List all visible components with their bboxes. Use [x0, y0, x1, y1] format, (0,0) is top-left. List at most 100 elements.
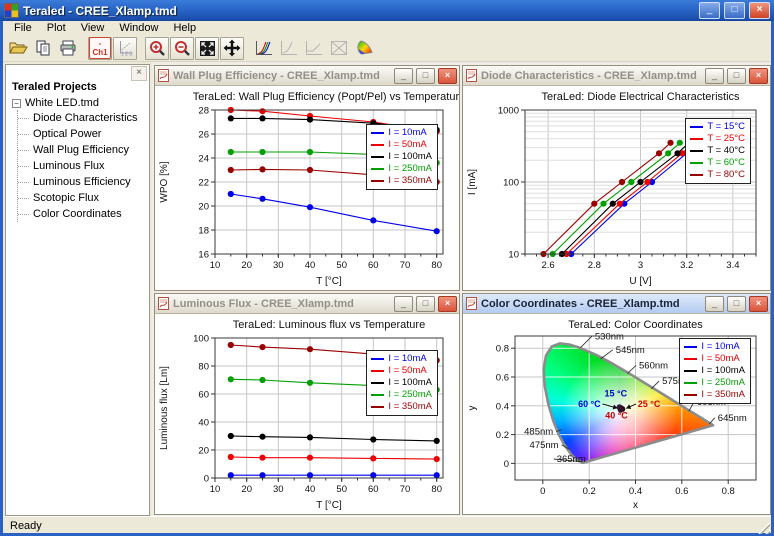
restore-button[interactable]: □	[724, 2, 745, 19]
svg-text:40 °C: 40 °C	[605, 411, 628, 421]
svg-text:3.2: 3.2	[680, 260, 693, 271]
application-window: Teraled - CREE_Xlamp.tmd _ □ × File Plot…	[0, 0, 774, 536]
child-maximize-button[interactable]: □	[727, 296, 746, 312]
cie-diagram-button[interactable]	[352, 37, 376, 60]
child-title-bar[interactable]: Luminous Flux - CREE_Xlamp.tmd _ □ ×	[155, 294, 459, 314]
svg-text:24: 24	[198, 154, 209, 165]
svg-text:10: 10	[210, 260, 221, 271]
svg-text:60: 60	[368, 484, 379, 495]
child-window-title: Wall Plug Efficiency - CREE_Xlamp.tmd	[173, 70, 391, 82]
child-maximize-button[interactable]: □	[416, 296, 435, 312]
svg-text:645nm: 645nm	[718, 413, 747, 424]
window-diode-characteristics: Diode Characteristics - CREE_Xlamp.tmd _…	[462, 65, 771, 291]
tree-item-wall-plug-efficiency[interactable]: Wall Plug Efficiency	[18, 142, 149, 158]
svg-text:TeraLed: Luminous flux vs Temp: TeraLed: Luminous flux vs Temperature	[233, 319, 425, 331]
resize-grip[interactable]	[757, 521, 770, 534]
svg-text:28: 28	[198, 106, 209, 117]
svg-text:70: 70	[400, 484, 411, 495]
plot-characteristics-button[interactable]	[252, 37, 276, 60]
fit-view-button[interactable]	[195, 37, 219, 60]
tree-item-color-coordinates[interactable]: Color Coordinates	[18, 206, 149, 222]
title-bar[interactable]: Teraled - CREE_Xlamp.tmd _ □ ×	[0, 0, 774, 21]
project-panel: × Teraled Projects − White LED.tmd Diode…	[5, 64, 150, 516]
panel-close-icon[interactable]: ×	[131, 66, 147, 81]
luminous-flux-chart[interactable]: 1020304050607080020406080100TeraLed: Lum…	[155, 314, 459, 514]
collapse-icon[interactable]: −	[12, 99, 21, 108]
child-close-button[interactable]: ×	[438, 296, 457, 312]
child-close-button[interactable]: ×	[438, 68, 457, 84]
child-close-button[interactable]: ×	[749, 296, 768, 312]
child-minimize-button[interactable]: _	[394, 68, 413, 84]
menu-file[interactable]: File	[7, 22, 39, 34]
minimize-button[interactable]: _	[699, 2, 720, 19]
child-window-title: Luminous Flux - CREE_Xlamp.tmd	[173, 298, 391, 310]
child-title-bar[interactable]: Wall Plug Efficiency - CREE_Xlamp.tmd _ …	[155, 66, 459, 86]
menu-bar: File Plot View Window Help	[3, 21, 771, 35]
svg-text:10: 10	[508, 250, 519, 261]
copy-button[interactable]	[31, 37, 55, 60]
svg-text:70: 70	[400, 260, 411, 271]
chart-legend: T = 15°CT = 25°CT = 40°CT = 60°CT = 80°C	[685, 118, 751, 184]
svg-text:545nm: 545nm	[616, 345, 645, 356]
svg-text:100: 100	[503, 178, 519, 189]
tree-item-scotopic-flux[interactable]: Scotopic Flux	[18, 190, 149, 206]
menu-plot[interactable]: Plot	[40, 22, 73, 34]
zoom-out-button[interactable]	[170, 37, 194, 60]
plot-disabled-button[interactable]	[327, 37, 351, 60]
status-text: Ready	[10, 520, 42, 532]
child-window-title: Diode Characteristics - CREE_Xlamp.tmd	[481, 70, 702, 82]
svg-text:2.8: 2.8	[588, 260, 601, 271]
svg-text:22: 22	[198, 178, 209, 189]
plot-efficiency-button[interactable]	[302, 37, 326, 60]
zoom-in-button[interactable]	[145, 37, 169, 60]
svg-text:1000: 1000	[498, 106, 519, 117]
svg-text:Luminous flux [Lm]: Luminous flux [Lm]	[159, 366, 170, 450]
tree-item-diode-characteristics[interactable]: Diode Characteristics	[18, 110, 149, 126]
close-button[interactable]: ×	[749, 2, 770, 19]
svg-text:18: 18	[198, 226, 209, 237]
mdi-area: Wall Plug Efficiency - CREE_Xlamp.tmd _ …	[152, 62, 771, 516]
tree-item-luminous-flux[interactable]: Luminous Flux	[18, 158, 149, 174]
menu-window[interactable]: Window	[112, 22, 165, 34]
tree-item-optical-power[interactable]: Optical Power	[18, 126, 149, 142]
panel-title: Teraled Projects	[6, 65, 149, 97]
document-icon	[157, 297, 170, 310]
svg-text:40: 40	[305, 484, 316, 495]
child-minimize-button[interactable]: _	[394, 296, 413, 312]
pan-button[interactable]	[220, 37, 244, 60]
svg-text:50: 50	[336, 260, 347, 271]
svg-text:530nm: 530nm	[595, 331, 624, 342]
plot-luminous-button[interactable]	[277, 37, 301, 60]
diode-characteristics-chart[interactable]: 2.62.833.23.4101001000TeraLed: Diode Ele…	[463, 86, 770, 290]
wall-plug-efficiency-chart[interactable]: 102030405060708016182022242628TeraLed: W…	[155, 86, 459, 290]
svg-text:560nm: 560nm	[639, 360, 668, 371]
child-title-bar[interactable]: Diode Characteristics - CREE_Xlamp.tmd _…	[463, 66, 770, 86]
svg-text:475nm: 475nm	[530, 440, 559, 451]
chart-legend: I = 10mAI = 50mAI = 100mAI = 250mAI = 35…	[366, 124, 438, 190]
svg-text:20: 20	[198, 446, 209, 457]
tree-item-luminous-efficiency[interactable]: Luminous Efficiency	[18, 174, 149, 190]
channel-ch1-button[interactable]: -Ch1	[88, 37, 112, 60]
project-tree: − White LED.tmd Diode Characteristics Op…	[6, 97, 149, 222]
menu-view[interactable]: View	[74, 22, 112, 34]
child-maximize-button[interactable]: □	[416, 68, 435, 84]
svg-text:80: 80	[431, 260, 442, 271]
open-button[interactable]	[6, 37, 30, 60]
axes-scale-button[interactable]: 1 2 3	[113, 37, 137, 60]
color-coordinates-chart[interactable]: 00.20.40.60.800.20.40.60.8TeraLed: Color…	[463, 314, 770, 514]
child-maximize-button[interactable]: □	[727, 68, 746, 84]
chart-legend: I = 10mAI = 50mAI = 100mAI = 250mAI = 35…	[366, 350, 438, 416]
print-button[interactable]	[56, 37, 80, 60]
tree-root[interactable]: − White LED.tmd	[6, 97, 149, 109]
svg-text:1 2 3: 1 2 3	[121, 52, 132, 57]
document-icon	[157, 69, 170, 82]
child-minimize-button[interactable]: _	[705, 68, 724, 84]
child-minimize-button[interactable]: _	[705, 296, 724, 312]
svg-text:30: 30	[273, 260, 284, 271]
child-title-bar[interactable]: Color Coordinates - CREE_Xlamp.tmd _ □ ×	[463, 294, 770, 314]
child-close-button[interactable]: ×	[749, 68, 768, 84]
svg-text:365nm: 365nm	[557, 454, 586, 465]
svg-text:40: 40	[198, 418, 209, 429]
svg-text:3.4: 3.4	[726, 260, 739, 271]
menu-help[interactable]: Help	[166, 22, 203, 34]
